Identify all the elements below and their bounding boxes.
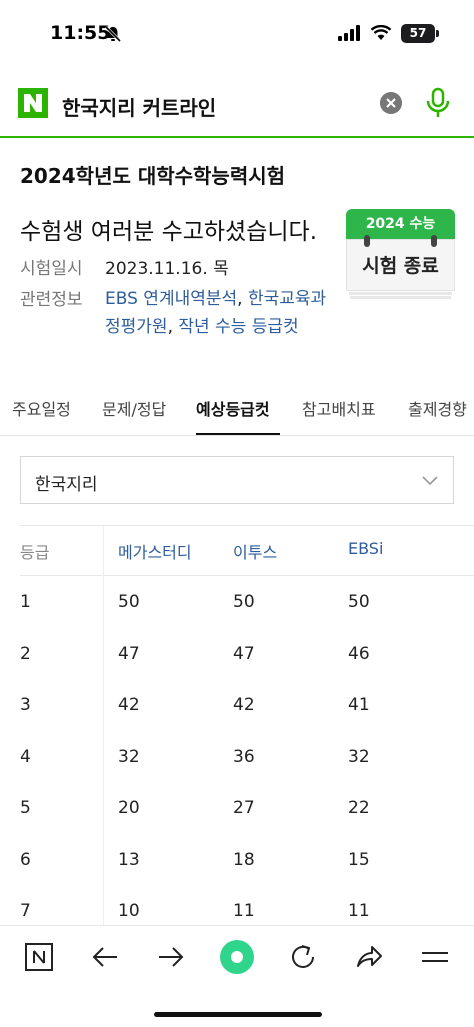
link-ebs-analysis[interactable]: EBS 연계내역분석 <box>105 289 237 309</box>
related-info-label: 관련정보 <box>20 290 83 310</box>
cell-ebsi: 46 <box>348 643 370 664</box>
green-dot-icon[interactable] <box>219 939 255 975</box>
exam-message: 수험생 여러분 수고하셨습니다. <box>20 219 318 245</box>
battery-indicator: 57 <box>401 24 435 43</box>
cell-ebsi: 22 <box>348 798 370 818</box>
related-links: EBS 연계내역분석, 한국교육과정평가원, 작년 수능 등급컷 <box>105 289 327 337</box>
bottom-toolbar <box>0 925 474 1027</box>
status-time: 11:55 <box>50 22 111 44</box>
cell-ebsi: 11 <box>348 901 370 921</box>
search-input[interactable]: 한국지리 커트라인 <box>62 92 216 121</box>
cell-grade: 1 <box>20 592 31 612</box>
status-bar: 11:55 57 <box>0 0 474 70</box>
cell-ebsi: 41 <box>348 695 370 715</box>
tab-placement-table[interactable]: 참고배치표 <box>302 396 376 420</box>
battery-cap <box>436 30 439 37</box>
exam-date-row: 시험일시 2023.11.16. 목 <box>20 254 229 279</box>
cell-megastudy: 32 <box>118 746 140 767</box>
subject-select-value: 한국지리 <box>35 475 98 495</box>
cell-megastudy: 10 <box>118 901 140 921</box>
forward-arrow-icon[interactable] <box>156 942 186 972</box>
clear-search-icon[interactable] <box>380 92 402 114</box>
calendar-ring <box>364 235 370 247</box>
cell-ebsi: 32 <box>348 746 370 767</box>
microphone-icon[interactable] <box>426 87 450 119</box>
header-megastudy[interactable]: 메가스터디 <box>118 539 192 563</box>
exam-date-label: 시험일시 <box>20 259 83 279</box>
cell-megastudy: 47 <box>118 643 140 664</box>
exam-status-badge: 2024 수능 시험 종료 <box>346 209 455 299</box>
cell-etoos: 27 <box>233 798 255 818</box>
menu-icon[interactable] <box>420 942 450 972</box>
silent-bell-icon <box>104 25 122 43</box>
cell-megastudy: 13 <box>118 849 140 870</box>
exam-date-value: 2023.11.16. 목 <box>105 259 229 279</box>
tab-expected-cutoff[interactable]: 예상등급컷 <box>196 396 270 420</box>
cell-etoos: 47 <box>233 643 255 664</box>
share-icon[interactable] <box>354 942 384 972</box>
search-bar: 한국지리 커트라인 <box>0 70 474 138</box>
cell-ebsi: 15 <box>348 849 370 870</box>
calendar-page-edge <box>349 292 452 295</box>
table-column-divider <box>103 526 104 946</box>
table-header-border <box>20 575 474 576</box>
tab-questions-answers[interactable]: 문제/정답 <box>102 396 166 420</box>
tab-question-trends[interactable]: 출제경향 <box>408 396 467 420</box>
badge-status: 시험 종료 <box>346 239 455 291</box>
cell-etoos: 36 <box>233 746 255 767</box>
cellular-signal-icon <box>338 25 360 41</box>
cell-megastudy: 42 <box>118 695 140 715</box>
link-last-year-cutoff[interactable]: 작년 수능 등급컷 <box>178 317 298 337</box>
table-top-border <box>20 525 474 526</box>
cell-megastudy: 50 <box>118 592 140 612</box>
chevron-down-icon <box>422 476 438 486</box>
tab-main-schedule[interactable]: 주요일정 <box>12 396 71 420</box>
wifi-icon <box>370 25 392 40</box>
cell-grade: 3 <box>20 695 31 715</box>
cell-etoos: 18 <box>233 849 255 870</box>
cell-etoos: 50 <box>233 592 255 612</box>
cell-etoos: 11 <box>233 901 255 921</box>
cell-grade: 6 <box>20 849 31 870</box>
related-info-row: 관련정보 <box>20 285 105 310</box>
header-grade: 등급 <box>20 543 50 562</box>
home-indicator <box>154 1012 322 1017</box>
back-arrow-icon[interactable] <box>90 942 120 972</box>
header-etoos[interactable]: 이투스 <box>233 539 277 563</box>
naver-logo-icon[interactable] <box>18 88 48 118</box>
cell-grade: 7 <box>20 901 31 921</box>
subject-select[interactable]: 한국지리 <box>20 456 454 504</box>
cell-grade: 4 <box>20 746 31 767</box>
cell-etoos: 42 <box>233 695 255 715</box>
active-tab-indicator <box>196 433 280 435</box>
header-ebsi[interactable]: EBSi <box>348 539 383 558</box>
exam-title: 2024학년도 대학수학능력시험 <box>20 164 286 188</box>
reload-icon[interactable] <box>288 942 318 972</box>
cell-megastudy: 20 <box>118 798 140 818</box>
cell-grade: 2 <box>20 643 31 664</box>
calendar-page-edge <box>350 296 451 299</box>
naver-n-icon[interactable] <box>24 942 54 972</box>
tab-bar: 주요일정 문제/정답 예상등급컷 참고배치표 출제경향 <box>0 382 474 436</box>
badge-year: 2024 수능 <box>346 209 455 239</box>
calendar-ring <box>431 235 437 247</box>
cell-ebsi: 50 <box>348 592 370 612</box>
cell-grade: 5 <box>20 798 31 818</box>
